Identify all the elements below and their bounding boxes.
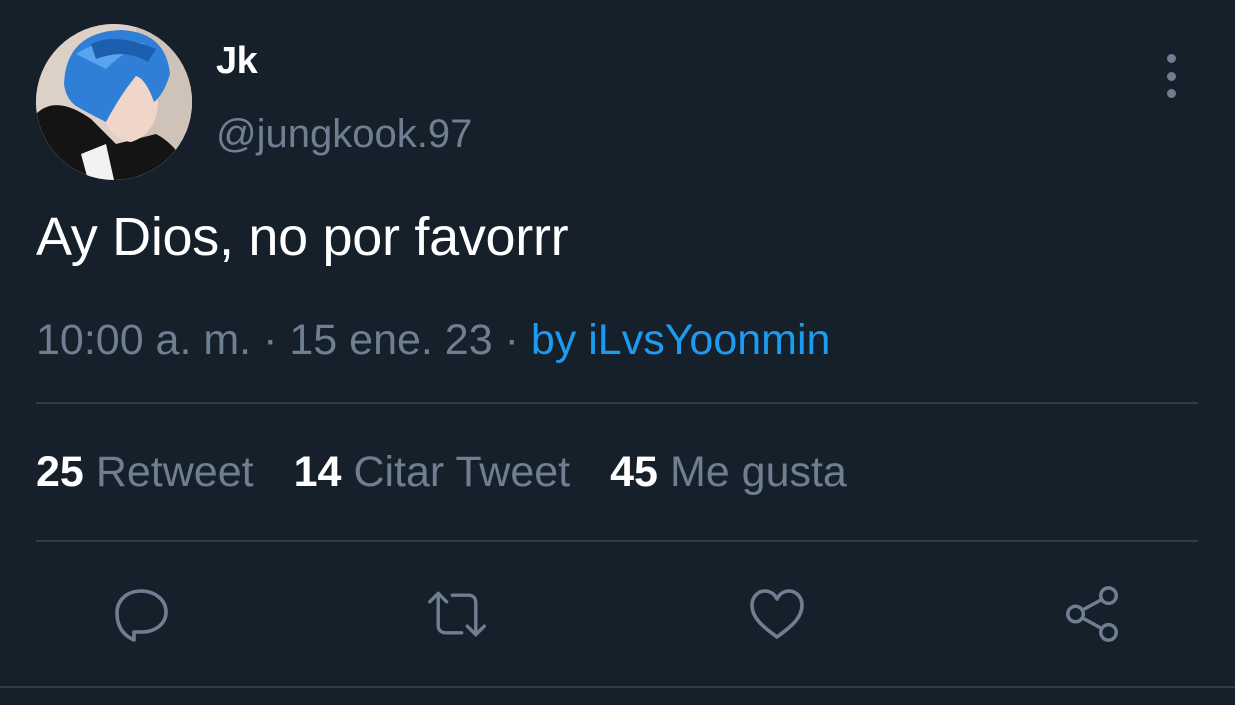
quote-label: Citar Tweet — [353, 448, 571, 496]
avatar[interactable] — [36, 24, 192, 180]
more-dot — [1166, 54, 1176, 63]
avatar-image — [36, 24, 192, 180]
like-count: 45 — [610, 448, 658, 496]
tweet-time[interactable]: 10:00 a. m. — [36, 316, 251, 364]
retweet-button[interactable] — [426, 584, 488, 644]
heart-icon — [750, 589, 804, 639]
tweet-text: Ay Dios, no por favorrr — [36, 207, 569, 267]
user-handle[interactable]: @jungkook.97 — [216, 112, 472, 157]
engagement-stats: 25 Retweet 14 Citar Tweet 45 Me gusta — [36, 448, 847, 497]
quote-count-stat[interactable]: 14 Citar Tweet — [294, 448, 571, 497]
tweet-date[interactable]: 15 ene. 23 — [289, 316, 492, 364]
retweet-count: 25 — [36, 448, 84, 496]
like-count-stat[interactable]: 45 Me gusta — [610, 448, 847, 497]
share-button[interactable] — [1062, 584, 1124, 644]
quote-count: 14 — [293, 448, 342, 496]
like-label: Me gusta — [669, 448, 847, 496]
more-options-button[interactable] — [1152, 52, 1190, 100]
tweet-source-link[interactable]: by iLvsYoonmin — [531, 316, 831, 364]
meta-separator: · — [504, 316, 519, 364]
divider — [0, 686, 1235, 688]
share-icon — [1066, 586, 1118, 642]
retweet-count-stat[interactable]: 25 Retweet — [36, 448, 254, 497]
retweet-icon — [428, 591, 486, 637]
reply-icon — [115, 589, 168, 642]
tweet-card: Jk @jungkook.97 Ay Dios, no por favorrr … — [0, 0, 1235, 705]
reply-button[interactable] — [110, 584, 172, 644]
retweet-label: Retweet — [95, 448, 254, 496]
display-name[interactable]: Jk — [216, 40, 258, 83]
divider — [36, 540, 1198, 542]
meta-separator: · — [263, 316, 278, 364]
like-button[interactable] — [746, 584, 808, 644]
tweet-meta: 10:00 a. m. · 15 ene. 23 · by iLvsYoonmi… — [36, 316, 830, 365]
divider — [36, 402, 1198, 404]
more-dot — [1166, 89, 1176, 98]
action-bar — [0, 584, 1235, 644]
more-dot — [1166, 71, 1176, 81]
